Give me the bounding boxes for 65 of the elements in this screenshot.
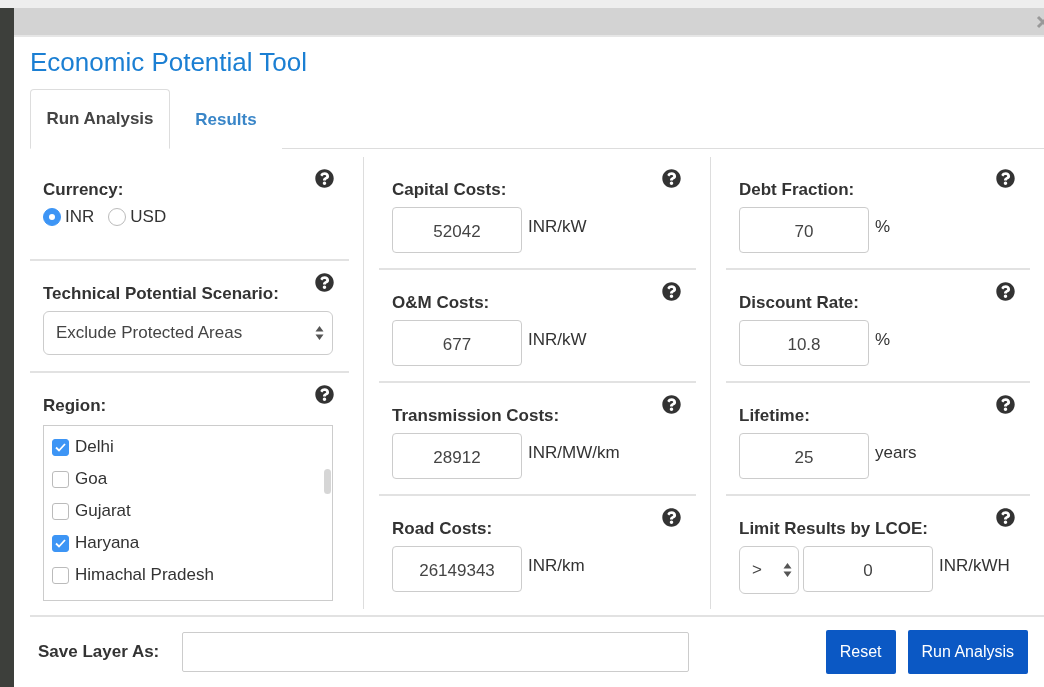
checkbox[interactable]	[52, 438, 69, 456]
field-label: Lifetime:	[739, 405, 810, 427]
help-icon[interactable]	[662, 395, 681, 414]
field-label: Discount Rate:	[739, 292, 859, 314]
check-icon	[55, 442, 66, 452]
field-label: Road Costs:	[392, 518, 493, 540]
checkbox[interactable]	[52, 566, 69, 584]
tab[interactable]: Run Analysis	[30, 89, 170, 149]
number-field[interactable]: 677	[392, 320, 522, 366]
help-icon[interactable]	[662, 282, 681, 301]
checkbox-label: Delhi	[75, 437, 114, 457]
field-label: Limit Results by LCOE:	[739, 518, 928, 540]
field-label: Capital Costs:	[392, 179, 507, 201]
number-field[interactable]: 25	[739, 433, 869, 479]
help-icon[interactable]	[315, 169, 334, 188]
number-field[interactable]: 70	[739, 207, 869, 253]
dialog-title: Economic Potential Tool	[30, 46, 308, 79]
field-label: Region:	[43, 395, 107, 417]
help-icon[interactable]	[996, 508, 1015, 527]
help-icon[interactable]	[996, 282, 1015, 301]
scrollbar-thumb[interactable]	[324, 469, 331, 494]
number-field[interactable]: 10.8	[739, 320, 869, 366]
unit-label: years	[875, 443, 917, 463]
operator-select[interactable]: >	[739, 546, 799, 594]
checkbox-label: Himachal Pradesh	[75, 565, 214, 585]
unit-label: INR/kW	[528, 330, 587, 350]
field-label: Save Layer As:	[38, 642, 161, 662]
number-field[interactable]: 26149343	[392, 546, 522, 592]
field-label: Transmission Costs:	[392, 405, 560, 427]
number-field[interactable]: 0	[803, 546, 933, 592]
radio-button[interactable]	[108, 208, 127, 226]
unit-label: INR/kWH	[939, 556, 1010, 576]
check-icon	[55, 538, 66, 548]
radio-label: INR	[65, 207, 95, 227]
reset-button[interactable]: Reset	[825, 630, 896, 674]
sort-arrows-icon	[783, 562, 792, 578]
field-label: Currency:	[43, 179, 124, 201]
field-label: Debt Fraction:	[739, 179, 855, 201]
unit-label: %	[875, 330, 891, 350]
unit-label: INR/km	[528, 556, 585, 576]
help-icon[interactable]	[662, 508, 681, 527]
help-icon[interactable]	[996, 395, 1015, 414]
field-label: Technical Potential Scenario:	[43, 283, 279, 305]
checkbox[interactable]	[52, 502, 69, 520]
run-button[interactable]: Run Analysis	[907, 630, 1028, 674]
scenario-select[interactable]: Exclude Protected Areas	[43, 311, 333, 355]
checkbox[interactable]	[52, 534, 69, 552]
field-label: O&M Costs:	[392, 292, 490, 314]
checkbox-label: Goa	[75, 469, 108, 489]
checkbox[interactable]	[52, 470, 69, 488]
radio-button[interactable]	[43, 208, 61, 226]
layer-name-field[interactable]	[182, 632, 689, 672]
sort-arrows-icon	[315, 325, 324, 341]
help-icon[interactable]	[996, 169, 1015, 188]
radio-label: USD	[130, 207, 167, 227]
unit-label: INR/kW	[528, 217, 587, 237]
number-field[interactable]: 28912	[392, 433, 522, 479]
unit-label: INR/MW/km	[528, 443, 620, 463]
number-field[interactable]: 52042	[392, 207, 522, 253]
help-icon[interactable]	[662, 169, 681, 188]
checkbox-label: Haryana	[75, 533, 140, 553]
help-icon[interactable]	[315, 273, 334, 292]
help-icon[interactable]	[315, 385, 334, 404]
unit-label: %	[875, 217, 891, 237]
checkbox-label: Gujarat	[75, 501, 131, 521]
